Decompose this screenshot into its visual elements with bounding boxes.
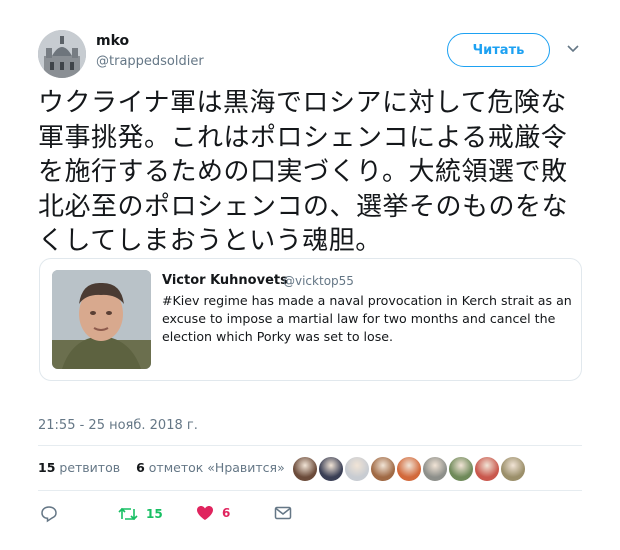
retweets-count: 15: [38, 460, 56, 475]
tweet-card: mko @trappedsoldier Читать ウクライナ軍は黒海でロシア…: [0, 0, 620, 550]
quoted-text-line: #Kiev regime has made a naval provocatio…: [162, 293, 572, 308]
quoted-tweet[interactable]: Victor Kuhnovets @vicktop55 #Kiev regime…: [39, 258, 582, 381]
envelope-icon: [274, 506, 292, 520]
divider: [38, 490, 582, 491]
reply-button[interactable]: [40, 505, 58, 523]
tweet-text-line: ウクライナ軍は黒海でロシアに対して危険な: [38, 88, 567, 118]
tweet-text-line: 軍事挑発。これはポロシェンコによる戒厳令: [38, 122, 568, 153]
tweet-timestamp[interactable]: 21:55 - 25 нояб. 2018 г.: [38, 418, 198, 433]
likes-label: отметок «Нравится»: [148, 460, 285, 475]
likes-count: 6: [136, 460, 145, 475]
tweet-text: ウクライナ軍は黒海でロシアに対して危険な 軍事挑発。これはポロシェンコによる戒厳…: [38, 86, 598, 259]
retweets-label: ретвитов: [59, 460, 121, 475]
liker-avatar[interactable]: [448, 456, 474, 482]
retweets-stat[interactable]: 15 ретвитов: [38, 460, 120, 475]
divider: [38, 445, 582, 446]
like-count: 6: [222, 506, 231, 520]
tweet-text-line: くしてしまおうという魂胆。: [38, 226, 382, 256]
like-button[interactable]: 6: [196, 505, 230, 521]
liker-avatar[interactable]: [396, 456, 422, 482]
tweet-text-line: 北必至のポロシェンコの、選挙そのものをな: [38, 191, 569, 222]
tweet-text-line: を施行するための口実づくり。大統領選で敗: [38, 157, 568, 187]
liker-avatar[interactable]: [500, 456, 526, 482]
author-avatar[interactable]: [38, 30, 86, 78]
liker-avatar[interactable]: [474, 456, 500, 482]
liker-avatar[interactable]: [318, 456, 344, 482]
liker-avatar[interactable]: [370, 456, 396, 482]
likes-stat[interactable]: 6 отметок «Нравится»: [136, 460, 285, 475]
portrait-photo-icon: [52, 270, 151, 369]
heart-icon: [197, 506, 213, 520]
quoted-tweet-photo: [52, 270, 151, 369]
quoted-text-line: excuse to impose a martial law for two m…: [162, 311, 556, 326]
quoted-text-line: election which Porky was set to lose.: [162, 329, 394, 344]
quoted-tweet-text: #Kiev regime has made a naval provocatio…: [162, 292, 574, 346]
engagement-stats: 15 ретвитов 6 отметок «Нравится»: [38, 460, 297, 475]
reply-icon: [41, 506, 57, 523]
chevron-down-icon[interactable]: [566, 44, 580, 54]
quoted-author-name[interactable]: Victor Kuhnovets: [162, 273, 288, 288]
retweet-button[interactable]: 15: [118, 505, 163, 523]
liker-avatar[interactable]: [422, 456, 448, 482]
author-display-name[interactable]: mko: [96, 33, 129, 49]
follow-button[interactable]: Читать: [447, 33, 550, 67]
quoted-author-handle[interactable]: @vicktop55: [283, 274, 354, 288]
liker-avatar[interactable]: [344, 456, 370, 482]
retweet-count: 15: [146, 507, 163, 521]
author-handle[interactable]: @trappedsoldier: [96, 54, 204, 69]
liker-avatar[interactable]: [292, 456, 318, 482]
direct-message-button[interactable]: [274, 505, 292, 521]
retweet-icon: [118, 507, 138, 521]
church-dome-avatar-icon: [38, 30, 86, 78]
